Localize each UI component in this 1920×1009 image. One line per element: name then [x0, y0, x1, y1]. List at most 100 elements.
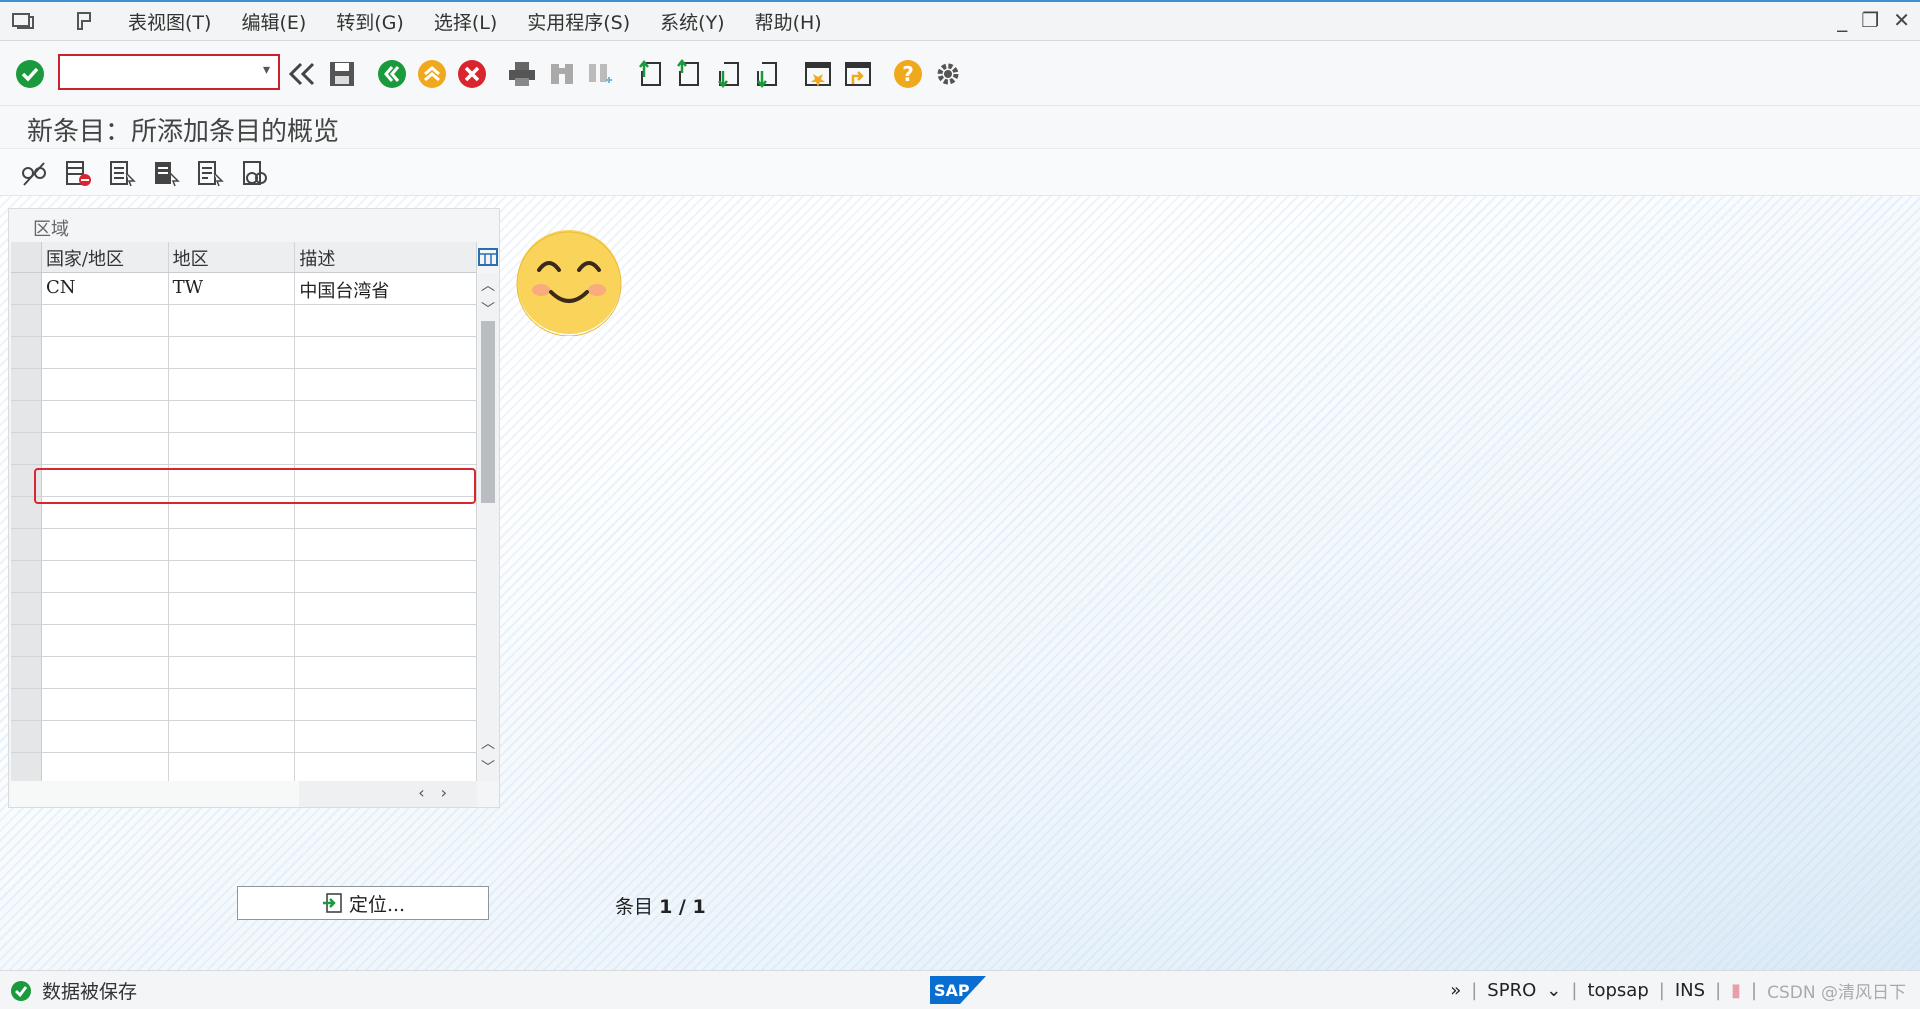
cell-description[interactable]: 中国台湾省: [295, 273, 478, 304]
status-message[interactable]: 数据被保存: [10, 977, 137, 1004]
empty-cell[interactable]: [42, 369, 169, 400]
deselect-all-icon[interactable]: [194, 157, 226, 189]
table-row[interactable]: [11, 465, 478, 497]
empty-cell[interactable]: [295, 753, 478, 784]
new-session-icon[interactable]: [802, 58, 834, 90]
table-row[interactable]: [11, 337, 478, 369]
empty-cell[interactable]: [295, 625, 478, 656]
empty-cell[interactable]: [42, 401, 169, 432]
empty-cell[interactable]: [42, 465, 169, 496]
table-row[interactable]: [11, 657, 478, 689]
table-row[interactable]: [11, 625, 478, 657]
empty-cell[interactable]: [169, 753, 296, 784]
row-selector[interactable]: [11, 273, 42, 304]
empty-cell[interactable]: [42, 497, 169, 528]
table-row[interactable]: [11, 593, 478, 625]
select-block-icon[interactable]: [150, 157, 182, 189]
row-selector[interactable]: [11, 401, 42, 432]
column-header-description[interactable]: 描述: [295, 242, 478, 272]
select-all-icon[interactable]: [106, 157, 138, 189]
menu-table-view[interactable]: 表视图(T): [128, 8, 211, 35]
find-next-icon[interactable]: [584, 58, 616, 90]
menu-selection[interactable]: 选择(L): [434, 8, 497, 35]
row-selector[interactable]: [11, 465, 42, 496]
empty-cell[interactable]: [42, 593, 169, 624]
settings-icon[interactable]: [932, 58, 964, 90]
chevron-down-icon[interactable]: ﹀: [477, 299, 499, 321]
print-list-icon[interactable]: [238, 157, 270, 189]
empty-cell[interactable]: [295, 369, 478, 400]
cell-region[interactable]: TW: [168, 273, 296, 304]
empty-cell[interactable]: [169, 497, 296, 528]
empty-cell[interactable]: [42, 433, 169, 464]
insert-mode[interactable]: INS: [1675, 980, 1705, 1001]
chevron-down-icon[interactable]: ▾: [263, 62, 270, 78]
empty-cell[interactable]: [169, 721, 296, 752]
menu-system[interactable]: 系统(Y): [660, 8, 724, 35]
row-selector[interactable]: [11, 529, 42, 560]
command-input[interactable]: [64, 57, 248, 89]
table-row[interactable]: [11, 689, 478, 721]
empty-cell[interactable]: [42, 305, 169, 336]
table-row[interactable]: [11, 433, 478, 465]
sap-menu-logo-icon[interactable]: [72, 10, 98, 32]
scroll-left-right-icon[interactable]: ‹›: [418, 783, 463, 802]
chevron-up-icon[interactable]: ︿: [477, 275, 499, 297]
row-selector[interactable]: [11, 337, 42, 368]
empty-cell[interactable]: [42, 529, 169, 560]
shortcut-icon[interactable]: [842, 58, 874, 90]
empty-cell[interactable]: [169, 305, 296, 336]
menu-utilities[interactable]: 实用程序(S): [527, 8, 630, 35]
select-all-cell[interactable]: [11, 242, 42, 272]
column-header-country[interactable]: 国家/地区: [42, 242, 169, 272]
check-icon[interactable]: [14, 58, 46, 90]
empty-cell[interactable]: [42, 337, 169, 368]
row-selector[interactable]: [11, 561, 42, 592]
find-icon[interactable]: [546, 58, 578, 90]
row-selector[interactable]: [11, 657, 42, 688]
empty-cell[interactable]: [295, 337, 478, 368]
empty-cell[interactable]: [295, 465, 478, 496]
row-selector[interactable]: [11, 369, 42, 400]
scroll-thumb[interactable]: [481, 321, 495, 503]
empty-cell[interactable]: [42, 689, 169, 720]
table-row[interactable]: [11, 721, 478, 753]
empty-cell[interactable]: [169, 337, 296, 368]
menu-help[interactable]: 帮助(H): [755, 8, 822, 35]
column-settings-icon[interactable]: [477, 242, 499, 272]
up-icon[interactable]: [416, 58, 448, 90]
table-row[interactable]: [11, 305, 478, 337]
row-selector[interactable]: [11, 753, 42, 784]
cell-country[interactable]: CN: [41, 273, 169, 304]
empty-cell[interactable]: [295, 433, 478, 464]
prev-page-icon[interactable]: [672, 58, 704, 90]
print-icon[interactable]: [506, 58, 538, 90]
command-field[interactable]: ▾: [58, 54, 280, 90]
row-selector[interactable]: [11, 305, 42, 336]
empty-cell[interactable]: [295, 689, 478, 720]
row-selector[interactable]: [11, 625, 42, 656]
empty-cell[interactable]: [42, 561, 169, 592]
row-selector[interactable]: [11, 433, 42, 464]
empty-cell[interactable]: [169, 625, 296, 656]
empty-cell[interactable]: [169, 465, 296, 496]
table-row[interactable]: [11, 369, 478, 401]
empty-cell[interactable]: [295, 529, 478, 560]
column-header-region[interactable]: 地区: [169, 242, 296, 272]
empty-cell[interactable]: [295, 721, 478, 752]
locate-button[interactable]: 定位...: [237, 886, 489, 920]
empty-cell[interactable]: [169, 433, 296, 464]
table-row[interactable]: [11, 497, 478, 529]
empty-cell[interactable]: [295, 561, 478, 592]
table-row[interactable]: [11, 561, 478, 593]
row-selector[interactable]: [11, 689, 42, 720]
table-row[interactable]: [11, 529, 478, 561]
page-down-icon[interactable]: ﹀: [477, 757, 499, 779]
empty-cell[interactable]: [295, 401, 478, 432]
chevron-down-icon[interactable]: ⌄: [1546, 980, 1561, 1001]
empty-cell[interactable]: [295, 305, 478, 336]
table-row[interactable]: CN TW 中国台湾省: [11, 273, 478, 305]
row-selector[interactable]: [11, 593, 42, 624]
empty-cell[interactable]: [169, 561, 296, 592]
horizontal-scrollbar[interactable]: ‹›: [11, 781, 477, 807]
